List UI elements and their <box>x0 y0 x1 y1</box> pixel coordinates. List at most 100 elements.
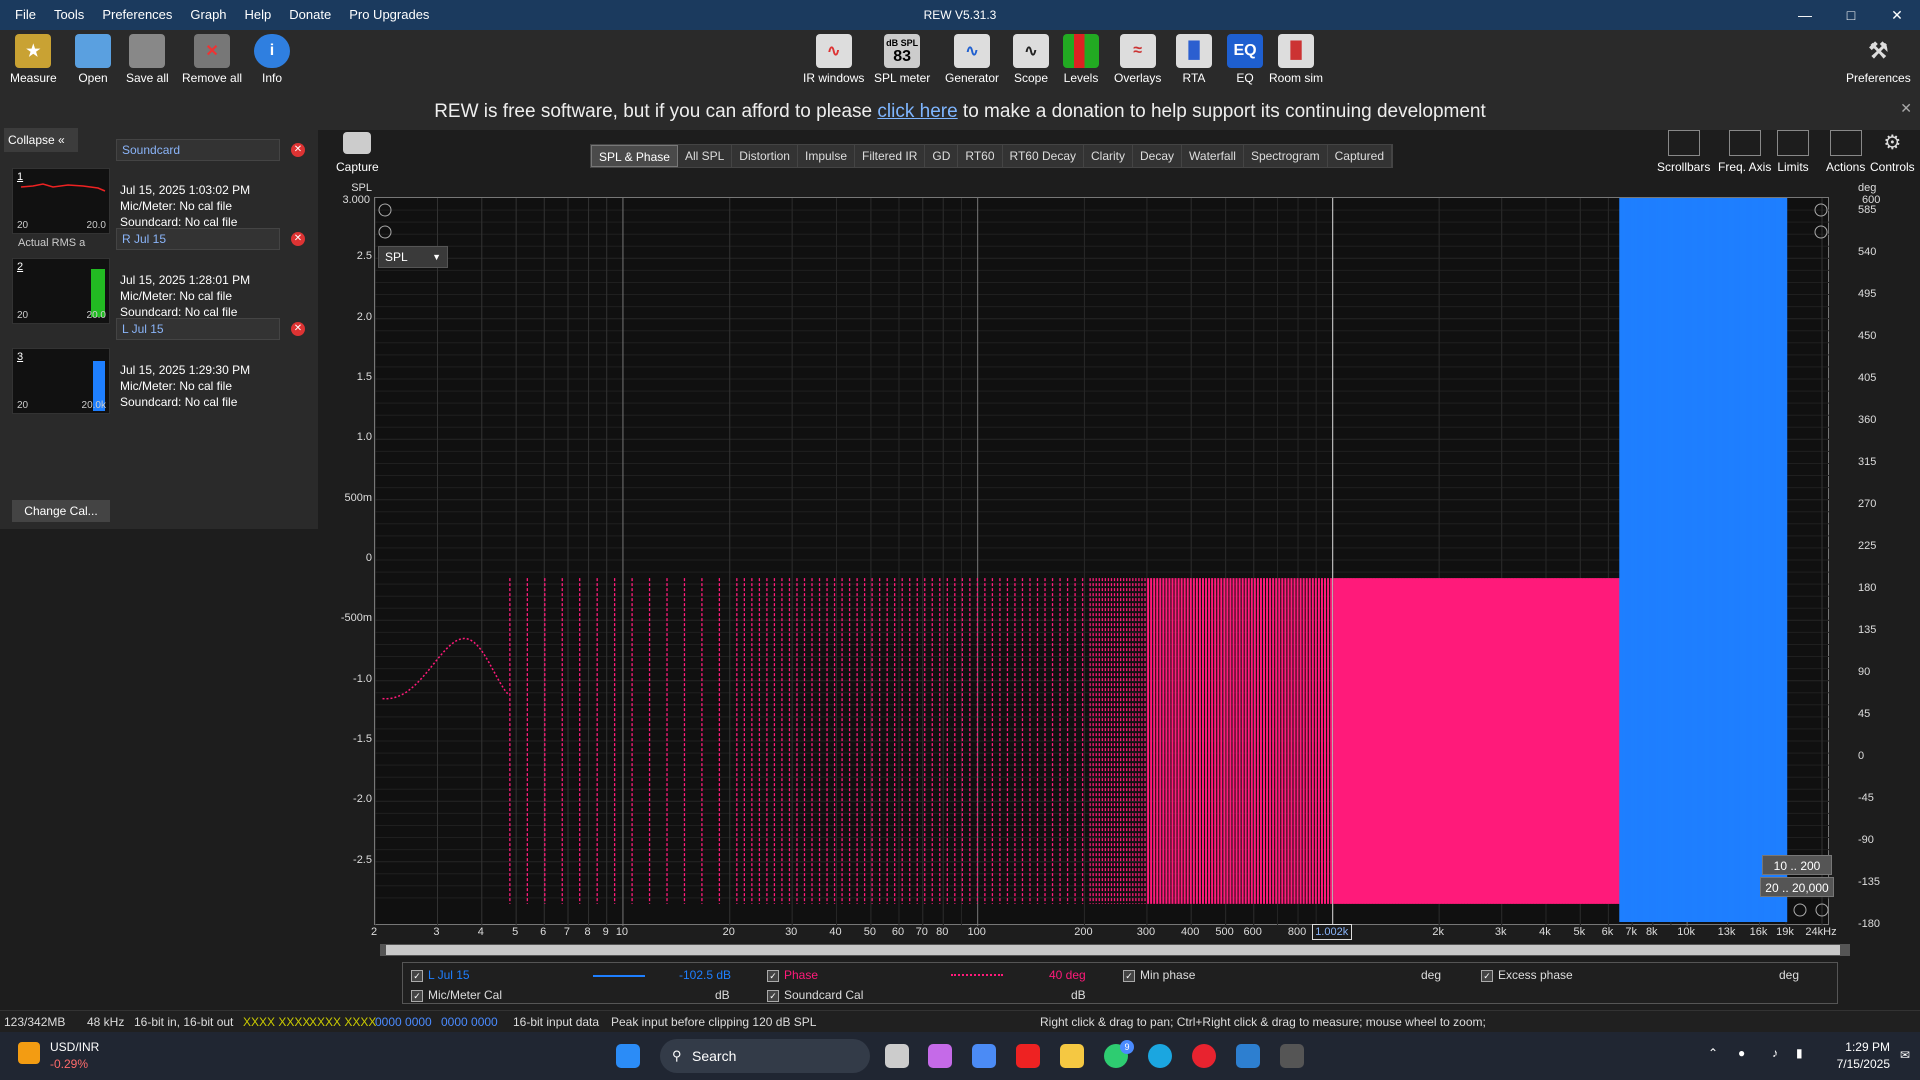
measurement-name-field[interactable]: L Jul 15 <box>116 318 280 340</box>
start-icon[interactable] <box>616 1044 640 1068</box>
info-button[interactable]: i Info <box>254 34 290 85</box>
donate-link[interactable]: click here <box>877 101 957 122</box>
remove-measurement-icon[interactable]: ✕ <box>291 322 305 336</box>
spl-meter-button[interactable]: dB SPL 83 SPL meter <box>874 34 930 85</box>
wifi-icon[interactable]: ● <box>1738 1046 1745 1060</box>
right-axis-tick: 585 <box>1858 204 1877 216</box>
opera-icon[interactable] <box>1192 1044 1216 1068</box>
chevron-up-icon[interactable]: ⌃ <box>1708 1046 1718 1060</box>
room-sim-button[interactable]: █ Room sim <box>1269 34 1323 85</box>
open-button[interactable]: Open <box>75 34 111 85</box>
freq-axis-button[interactable]: Freq. Axis <box>1718 130 1771 174</box>
clock-time[interactable]: 1:29 PM <box>1820 1040 1890 1054</box>
tab-all-spl[interactable]: All SPL <box>678 145 733 167</box>
rta-button[interactable]: █ RTA <box>1176 34 1212 85</box>
store-icon[interactable] <box>972 1044 996 1068</box>
tab-spl-phase[interactable]: SPL & Phase <box>591 145 678 167</box>
tab-waterfall[interactable]: Waterfall <box>1182 145 1244 167</box>
search-input[interactable]: ⚲ Search <box>660 1039 870 1073</box>
capture-button[interactable]: Capture <box>336 132 379 174</box>
stock-widget-icon[interactable] <box>18 1042 40 1064</box>
tab-impulse[interactable]: Impulse <box>798 145 856 167</box>
spl-select[interactable]: SPL ▼ <box>378 246 448 268</box>
change-cal-button[interactable]: Change Cal... <box>12 500 110 522</box>
notification-icon[interactable]: ✉ <box>1900 1048 1910 1062</box>
zoom-range-button[interactable]: 20 .. 20,000 <box>1760 877 1834 897</box>
legend-item-min-phase[interactable]: ✓ Min phase <box>1123 968 1195 982</box>
x-axis-tick: 24kHz <box>1805 926 1837 938</box>
tab-rt60[interactable]: RT60 <box>958 145 1003 167</box>
collapse-button[interactable]: Collapse « <box>4 128 78 152</box>
youtube-icon[interactable] <box>1016 1044 1040 1068</box>
legend-item-soundcard-cal[interactable]: ✓ Soundcard Cal <box>767 988 863 1002</box>
scrollbar-thumb[interactable] <box>386 945 1840 955</box>
zoom-out-icon[interactable] <box>1793 903 1807 917</box>
menu-graph[interactable]: Graph <box>181 0 235 30</box>
close-icon[interactable]: ✕ <box>1874 0 1920 30</box>
measurement-name-field[interactable]: Soundcard <box>116 139 280 161</box>
battery-icon[interactable]: ▮ <box>1796 1046 1803 1060</box>
eq-button[interactable]: EQ EQ <box>1227 34 1263 85</box>
controls-button[interactable]: ⚙ Controls <box>1870 130 1915 174</box>
file-explorer-icon[interactable] <box>1060 1044 1084 1068</box>
zoom-out-icon[interactable] <box>378 225 392 239</box>
tab-filtered-ir[interactable]: Filtered IR <box>855 145 926 167</box>
maximize-icon[interactable]: □ <box>1828 0 1874 30</box>
menu-pro-upgrades[interactable]: Pro Upgrades <box>340 0 438 30</box>
spl-phase-graph[interactable] <box>374 197 1830 926</box>
legend-item-phase[interactable]: ✓ Phase <box>767 968 818 982</box>
limits-button[interactable]: Limits <box>1777 130 1809 174</box>
volume-icon[interactable]: ♪ <box>1772 1046 1778 1060</box>
levels-button[interactable]: Levels <box>1063 34 1099 85</box>
checkbox[interactable]: ✓ <box>411 969 423 982</box>
minimize-icon[interactable]: — <box>1782 0 1828 30</box>
menu-preferences[interactable]: Preferences <box>93 0 181 30</box>
tab-rt60-decay[interactable]: RT60 Decay <box>1003 145 1084 167</box>
generator-button[interactable]: ∿ Generator <box>945 34 999 85</box>
ir-windows-button[interactable]: ∿ IR windows <box>803 34 864 85</box>
tab-captured[interactable]: Captured <box>1328 145 1393 167</box>
tab-gd[interactable]: GD <box>925 145 959 167</box>
overlays-button[interactable]: ≈ Overlays <box>1114 34 1161 85</box>
tab-clarity[interactable]: Clarity <box>1084 145 1134 167</box>
remove-all-button[interactable]: ✕ Remove all <box>182 34 242 85</box>
zoom-range-button[interactable]: 10 .. 200 <box>1762 855 1832 875</box>
tab-spectrogram[interactable]: Spectrogram <box>1244 145 1328 167</box>
remove-measurement-icon[interactable]: ✕ <box>291 143 305 157</box>
edge-icon[interactable] <box>1148 1044 1172 1068</box>
checkbox[interactable]: ✓ <box>411 989 423 1002</box>
save-all-button[interactable]: Save all <box>126 34 169 85</box>
scrollbars-button[interactable]: Scrollbars <box>1657 130 1710 174</box>
measurement-name-field[interactable]: R Jul 15 <box>116 228 280 250</box>
measure-button[interactable]: ★ Measure <box>10 34 57 85</box>
legend-item-excess-phase[interactable]: ✓ Excess phase <box>1481 968 1573 982</box>
legend-item-l-jul-15[interactable]: ✓ L Jul 15 <box>411 968 470 982</box>
menu-donate[interactable]: Donate <box>280 0 340 30</box>
preferences-button[interactable]: ⚒ Preferences <box>1846 34 1911 85</box>
scope-button[interactable]: ∿ Scope <box>1013 34 1049 85</box>
menu-help[interactable]: Help <box>236 0 281 30</box>
zoom-out-icon[interactable] <box>1814 225 1828 239</box>
memory-usage: 123/342MB <box>4 1015 66 1029</box>
remove-measurement-icon[interactable]: ✕ <box>291 232 305 246</box>
measurement-item[interactable]: 3 20 20.0k Jul 15, 2025 1:29:30 PM Mic/M… <box>8 348 313 436</box>
checkbox[interactable]: ✓ <box>767 969 779 982</box>
room-sim-icon: █ <box>1278 34 1314 68</box>
clock-date[interactable]: 7/15/2025 <box>1820 1057 1890 1071</box>
checkbox[interactable]: ✓ <box>1481 969 1493 982</box>
copilot-icon[interactable] <box>928 1044 952 1068</box>
menu-file[interactable]: File <box>6 0 45 30</box>
x-axis-tick: 200 <box>1074 926 1093 938</box>
close-banner-icon[interactable]: ✕ <box>1900 100 1912 117</box>
menu-tools[interactable]: Tools <box>45 0 93 30</box>
vscode-icon[interactable] <box>1236 1044 1260 1068</box>
tab-distortion[interactable]: Distortion <box>732 145 798 167</box>
legend-item-mic-meter-cal[interactable]: ✓ Mic/Meter Cal <box>411 988 502 1002</box>
checkbox[interactable]: ✓ <box>1123 969 1135 982</box>
tab-decay[interactable]: Decay <box>1133 145 1183 167</box>
actions-button[interactable]: Actions <box>1826 130 1865 174</box>
task-view-icon[interactable] <box>885 1044 909 1068</box>
right-axis-tick: 360 <box>1858 414 1877 426</box>
rew-app-icon[interactable] <box>1280 1044 1304 1068</box>
checkbox[interactable]: ✓ <box>767 989 779 1002</box>
